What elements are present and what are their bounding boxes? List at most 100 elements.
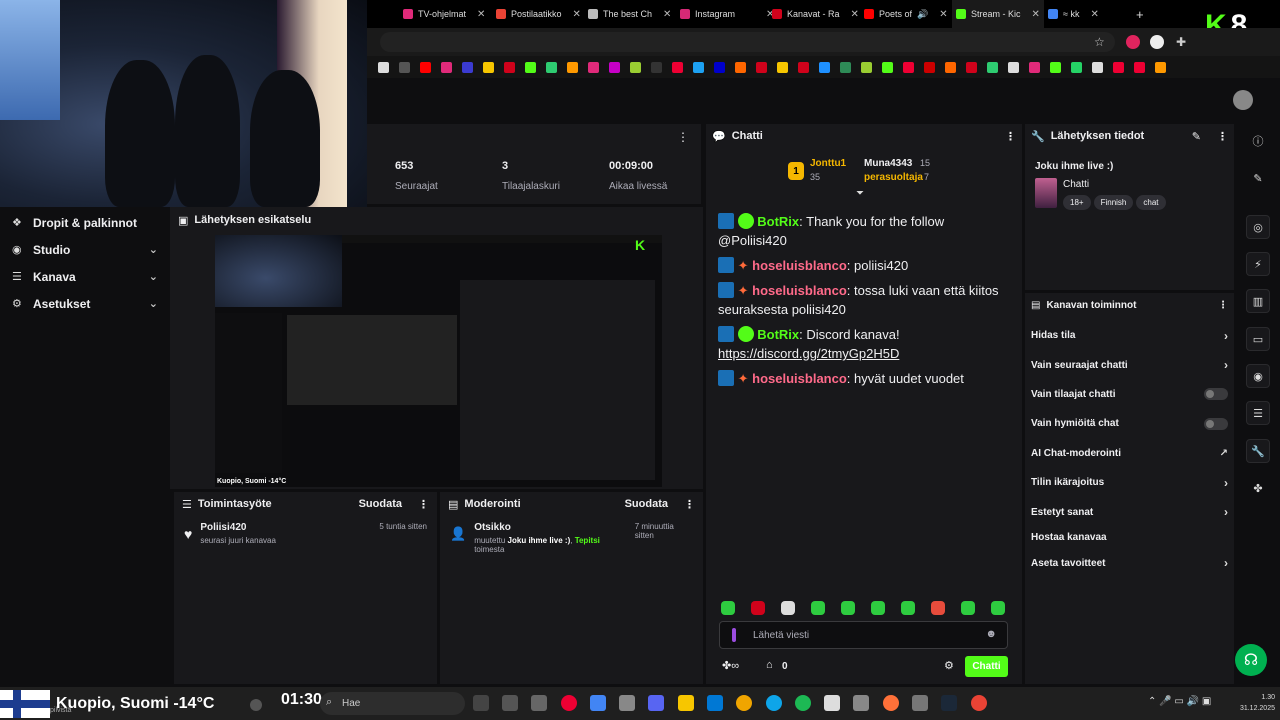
- leader-name[interactable]: perasuoltaja: [864, 172, 923, 183]
- bookmark-icon[interactable]: [882, 61, 893, 73]
- weather-widget[interactable]: Kuopio, Suomi -14°C 01:30 pilvistä: [0, 689, 330, 719]
- bookmark-icon[interactable]: [1029, 61, 1040, 73]
- chat-username[interactable]: hoseluisblanco: [752, 258, 847, 273]
- bookmark-icon[interactable]: [1008, 61, 1019, 73]
- action-banned-words[interactable]: Estetyt sanat ›: [1025, 497, 1234, 526]
- bookmark-icon[interactable]: [840, 61, 851, 73]
- bookmark-icon[interactable]: [756, 61, 767, 73]
- action-slow-mode[interactable]: Hidas tila ›: [1025, 321, 1234, 350]
- steam-icon[interactable]: [941, 695, 957, 711]
- chat-input[interactable]: Lähetä viesti ☻: [719, 621, 1008, 649]
- broadcast-icon[interactable]: ◉: [1246, 364, 1270, 388]
- edit-icon[interactable]: ✎: [1192, 130, 1201, 143]
- bookmark-icon[interactable]: [525, 61, 536, 73]
- sidebar-item-studio[interactable]: ◉ Studio ⌄: [0, 236, 170, 263]
- chat-username[interactable]: BotRix: [757, 327, 799, 342]
- more-menu-icon[interactable]: ⋮: [1005, 130, 1016, 143]
- bookmark-icon[interactable]: [903, 61, 914, 73]
- browser-tab-active[interactable]: Stream - Kic ✕: [952, 0, 1044, 28]
- chat-username[interactable]: hoseluisblanco: [752, 371, 847, 386]
- browser-tab[interactable]: Kanavat - Ra ✕: [768, 0, 863, 28]
- app-icon[interactable]: [824, 695, 840, 711]
- bookmark-icon[interactable]: [441, 61, 452, 73]
- gear-icon[interactable]: ⚙: [944, 659, 954, 672]
- bookmark-icon[interactable]: [1113, 61, 1124, 73]
- emote-icon[interactable]: [751, 601, 765, 615]
- bookmark-icon[interactable]: [798, 61, 809, 73]
- bookmark-icon[interactable]: [672, 61, 683, 73]
- bookmark-icon[interactable]: [924, 61, 935, 73]
- emote-icon[interactable]: [961, 601, 975, 615]
- close-icon[interactable]: ✕: [573, 9, 581, 20]
- extension-icon[interactable]: [1126, 35, 1140, 49]
- pencil-icon[interactable]: ✎: [1246, 166, 1270, 190]
- gift-box-icon[interactable]: ⌂: [766, 659, 773, 671]
- emote-icon[interactable]: [901, 601, 915, 615]
- tray-icons[interactable]: ⌃ 🎤 ▭ 🔊 ▣: [1148, 696, 1211, 707]
- bookmark-icon[interactable]: [861, 61, 872, 73]
- bookmark-icon[interactable]: [630, 61, 641, 73]
- app-icon[interactable]: [531, 695, 547, 711]
- tag[interactable]: Finnish: [1093, 195, 1134, 210]
- address-field[interactable]: [380, 32, 1115, 52]
- close-icon[interactable]: ✕: [1090, 9, 1098, 20]
- tag[interactable]: 18+: [1063, 195, 1091, 210]
- toggle-switch[interactable]: [1204, 417, 1228, 430]
- browser-tab[interactable]: Postilaatikko ✕: [492, 0, 585, 28]
- emoji-icon[interactable]: ☻: [985, 628, 997, 640]
- points-icon[interactable]: ✤∞: [722, 659, 739, 672]
- emote-icon[interactable]: [811, 601, 825, 615]
- bookmark-icon[interactable]: [609, 61, 620, 73]
- app-icon[interactable]: [502, 695, 518, 711]
- filter-button[interactable]: Suodata: [359, 498, 402, 510]
- chat-username[interactable]: BotRix: [757, 214, 799, 229]
- close-icon[interactable]: ✕: [851, 9, 859, 20]
- app-icon[interactable]: [590, 695, 606, 711]
- lightning-icon[interactable]: ⚡: [1246, 252, 1270, 276]
- puzzle-icon[interactable]: ✚: [1176, 35, 1186, 49]
- wrench-icon[interactable]: 🔧: [1246, 439, 1270, 463]
- app-icon[interactable]: [912, 695, 928, 711]
- browser-tab[interactable]: Poets of 🔊 ✕: [860, 0, 952, 28]
- close-icon[interactable]: ✕: [1032, 9, 1040, 20]
- bookmark-icon[interactable]: [546, 61, 557, 73]
- bookmark-icon[interactable]: [819, 61, 830, 73]
- bookmark-icon[interactable]: [420, 61, 431, 73]
- emote-icon[interactable]: [931, 601, 945, 615]
- sidebar-item-channel[interactable]: ☰ Kanava ⌄: [0, 263, 170, 290]
- emote-icon[interactable]: [721, 601, 735, 615]
- bookmark-icon[interactable]: [567, 61, 578, 73]
- spotify-icon[interactable]: [795, 695, 811, 711]
- bookmark-icon[interactable]: [588, 61, 599, 73]
- target-icon[interactable]: ◎: [1246, 215, 1270, 239]
- bookmark-icon[interactable]: [504, 61, 515, 73]
- bookmark-icon[interactable]: [735, 61, 746, 73]
- action-set-goals[interactable]: Aseta tavoitteet ›: [1025, 549, 1234, 578]
- browser-tab[interactable]: Instagram ✕: [676, 0, 778, 28]
- close-icon[interactable]: ✕: [477, 9, 485, 20]
- action-followers-only[interactable]: Vain seuraajat chatti ›: [1025, 350, 1234, 379]
- emote-icon[interactable]: [781, 601, 795, 615]
- chat-link[interactable]: https://discord.gg/2tmyGp2H5D: [718, 346, 899, 361]
- browser-tab[interactable]: The best Ch ✕: [584, 0, 675, 28]
- message-icon[interactable]: ▭: [1246, 327, 1270, 351]
- bookmark-icon[interactable]: [1050, 61, 1061, 73]
- folder-icon[interactable]: [678, 695, 694, 711]
- bookmark-icon[interactable]: [987, 61, 998, 73]
- mail-icon[interactable]: [707, 695, 723, 711]
- system-clock[interactable]: 1.30 31.12.2025: [1225, 692, 1275, 714]
- layers-icon[interactable]: ☰: [1246, 401, 1270, 425]
- info-icon[interactable]: ⓘ: [1246, 129, 1270, 153]
- bookmark-icon[interactable]: [777, 61, 788, 73]
- bookmark-icon[interactable]: [693, 61, 704, 73]
- bookmark-icon[interactable]: [651, 61, 662, 73]
- bookmark-icon[interactable]: [462, 61, 473, 73]
- discord-icon[interactable]: [648, 695, 664, 711]
- bookmark-icon[interactable]: [378, 61, 389, 73]
- category-name[interactable]: Chatti: [1063, 179, 1089, 190]
- new-tab-button[interactable]: +: [1132, 0, 1148, 28]
- extension-icon[interactable]: [1150, 35, 1164, 49]
- chat-send-button[interactable]: Chatti: [965, 656, 1008, 677]
- more-menu-icon[interactable]: ⋮: [677, 130, 689, 144]
- bookmark-icon[interactable]: [1155, 61, 1166, 73]
